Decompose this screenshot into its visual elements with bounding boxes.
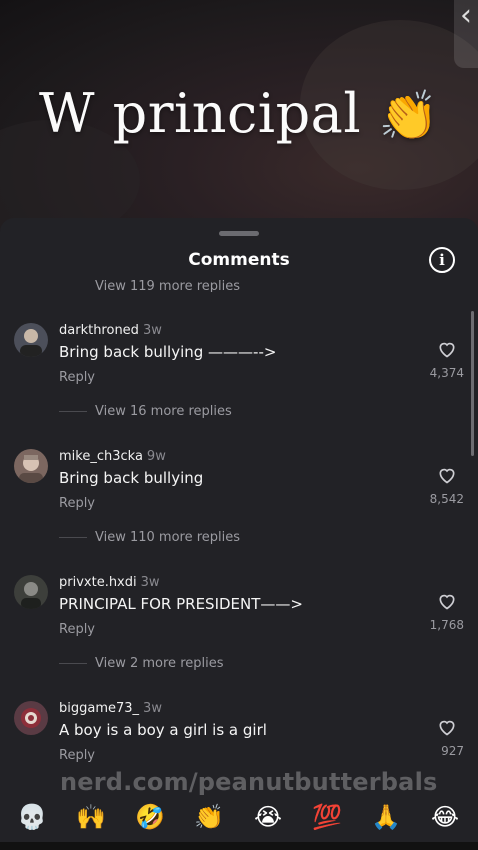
clapping-emoji-button[interactable]: 👏 (192, 800, 226, 834)
raising-hands-emoji-button[interactable]: 🙌 (74, 800, 108, 834)
sheet-grabber[interactable] (219, 231, 259, 236)
clipped-view-replies[interactable]: View 119 more replies (95, 276, 295, 292)
reply-button[interactable]: Reply (59, 748, 95, 763)
video-background: W principal 👏 ‹ (0, 0, 478, 240)
comment-text: A boy is a boy a girl is a girl (59, 721, 267, 739)
comment-time: 3w (143, 701, 162, 716)
replies-divider (59, 663, 87, 664)
replies-divider (59, 537, 87, 538)
heart-icon[interactable] (437, 339, 457, 359)
hundred-emoji-button[interactable]: 💯 (310, 800, 344, 834)
avatar[interactable] (14, 575, 48, 609)
comment-username[interactable]: biggame73_ 3w (59, 701, 162, 716)
comment-username[interactable]: privxte.hxdi 3w (59, 575, 160, 590)
crying-emoji-button[interactable]: 😭 (251, 800, 285, 834)
view-more-replies-label: View 16 more replies (95, 404, 232, 419)
heart-icon[interactable] (437, 717, 457, 737)
comment-username[interactable]: darkthroned 3w (59, 323, 162, 338)
comment-item: privxte.hxdi 3w PRINCIPAL FOR PRESIDENT——… (0, 575, 478, 701)
clapping-hands-icon: 👏 (378, 88, 440, 144)
avatar[interactable] (14, 701, 48, 735)
comment-time: 3w (140, 575, 160, 590)
comment-item: darkthroned 3w Bring back bullying ———-->… (0, 323, 478, 449)
video-caption: W principal 👏 (0, 82, 478, 145)
like-count: 1,768 (429, 618, 464, 632)
watermark: nerd.com/peanutbutterbals (60, 768, 438, 796)
username-text[interactable]: mike_ch3cka (59, 449, 143, 464)
avatar[interactable] (14, 323, 48, 357)
reply-button[interactable]: Reply (59, 622, 95, 637)
like-count: 927 (441, 744, 464, 758)
view-more-replies[interactable]: View 110 more replies (59, 530, 240, 545)
reply-button[interactable]: Reply (59, 370, 95, 385)
like-count: 8,542 (429, 492, 464, 506)
emoji-reaction-bar: 💀 🙌 🤣 👏 😭 💯 🙏 😂 (0, 796, 478, 842)
comment-text: PRINCIPAL FOR PRESIDENT——> (59, 595, 303, 613)
username-text[interactable]: biggame73_ (59, 701, 139, 716)
replies-divider (59, 411, 87, 412)
view-more-replies[interactable]: View 2 more replies (59, 656, 224, 671)
username-text[interactable]: darkthroned (59, 323, 139, 338)
comment-text: Bring back bullying (59, 469, 204, 487)
username-text[interactable]: privxte.hxdi (59, 575, 137, 590)
comment-time: 9w (146, 449, 166, 464)
view-more-replies-label: View 2 more replies (95, 656, 224, 671)
joy-emoji-button[interactable]: 😂 (428, 800, 462, 834)
info-icon[interactable]: i (429, 247, 455, 273)
like-count: 4,374 (429, 366, 464, 380)
video-caption-text: W principal (38, 82, 362, 145)
reply-button[interactable]: Reply (59, 496, 95, 511)
input-bar-edge (0, 842, 478, 850)
avatar[interactable] (14, 449, 48, 483)
clipped-view-replies-label: View 119 more replies (95, 279, 241, 292)
comments-sheet: Comments i View 119 more replies darkthr… (0, 218, 478, 850)
comment-time: 3w (142, 323, 162, 338)
heart-icon[interactable] (437, 465, 457, 485)
rofl-emoji-button[interactable]: 🤣 (133, 800, 167, 834)
comment-item: mike_ch3cka 9w Bring back bullying Reply … (0, 449, 478, 575)
chevron-left-icon[interactable]: ‹ (454, 0, 478, 68)
pray-emoji-button[interactable]: 🙏 (369, 800, 403, 834)
sheet-title: Comments (188, 250, 290, 270)
skull-emoji-button[interactable]: 💀 (15, 800, 49, 834)
comment-username[interactable]: mike_ch3cka 9w (59, 449, 166, 464)
view-more-replies[interactable]: View 16 more replies (59, 404, 232, 419)
scrollbar[interactable] (471, 311, 474, 456)
view-more-replies-label: View 110 more replies (95, 530, 241, 545)
comment-text: Bring back bullying ———--> (59, 343, 277, 361)
heart-icon[interactable] (437, 591, 457, 611)
